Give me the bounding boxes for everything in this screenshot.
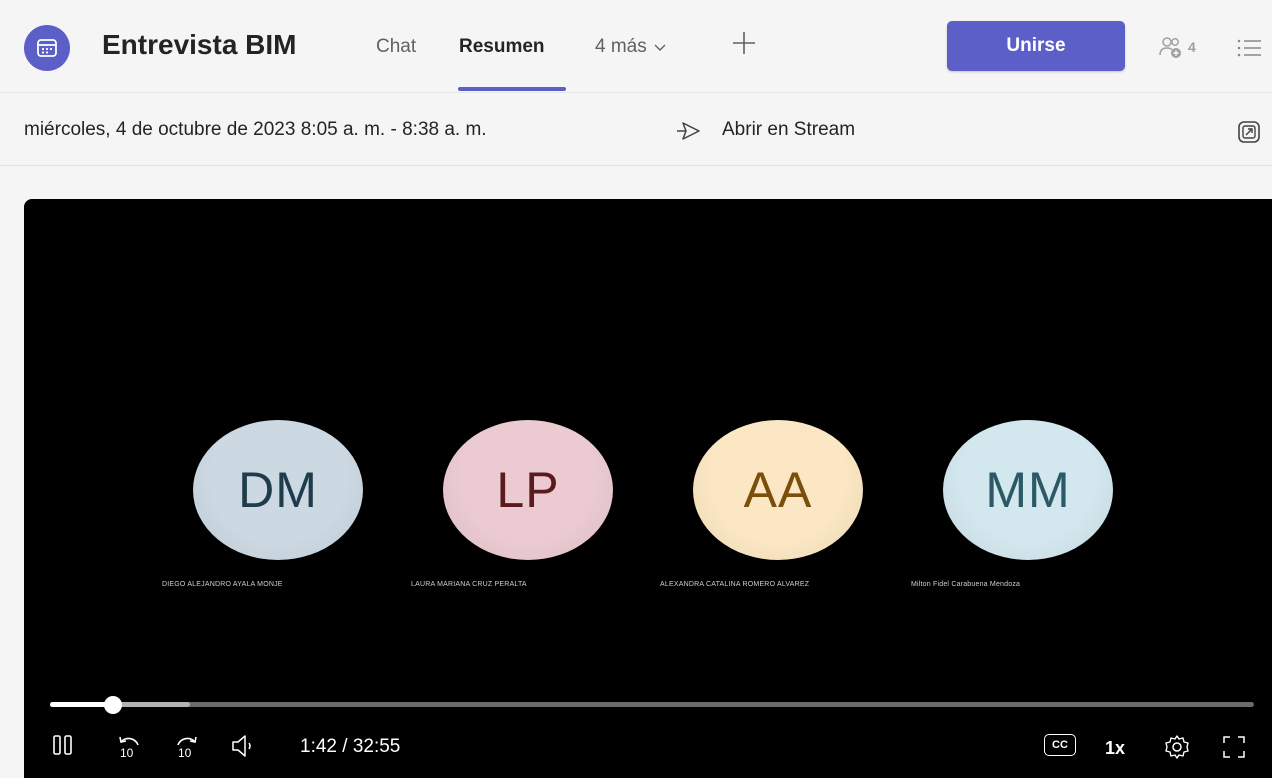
avatar-initials: MM: [985, 462, 1071, 518]
meeting-title: Entrevista BIM: [102, 29, 297, 60]
rewind-seconds: 10: [120, 746, 134, 760]
tab-more-label: 4 más: [595, 36, 647, 57]
avatar-initials: AA: [743, 462, 813, 518]
seek-bar[interactable]: [50, 696, 1254, 714]
open-in-stream-link[interactable]: Abrir en Stream: [722, 119, 855, 141]
join-button[interactable]: Unirse: [947, 21, 1125, 71]
pause-icon[interactable]: [52, 733, 74, 757]
meeting-info-bar: miércoles, 4 de octubre de 2023 8:05 a. …: [0, 93, 1272, 166]
avatar-2: AA: [693, 420, 863, 560]
settings-gear-icon[interactable]: [1163, 733, 1191, 761]
calendar-icon: [24, 25, 70, 71]
participants-button[interactable]: 4: [1158, 33, 1208, 61]
avatar-initials: LP: [496, 462, 560, 518]
participant-name: ALEXANDRA CATALINA ROMERO ALVAREZ: [660, 581, 810, 588]
avatar-0: DM: [193, 420, 363, 560]
tab-resumen[interactable]: Resumen: [459, 36, 545, 58]
participant-name: LAURA MARIANA CRUZ PERALTA: [411, 581, 527, 588]
stream-play-icon[interactable]: [676, 121, 702, 141]
tab-more[interactable]: 4 más: [595, 36, 667, 58]
participants-count: 4: [1188, 39, 1196, 55]
meeting-header: Entrevista BIM Chat Resumen 4 más Unirse…: [0, 0, 1272, 93]
captions-button[interactable]: CC: [1044, 734, 1076, 756]
forward-10-button[interactable]: 10: [172, 733, 202, 763]
forward-seconds: 10: [178, 746, 192, 760]
popout-icon[interactable]: [1237, 120, 1261, 144]
participant-name: DIEGO ALEJANDRO AYALA MONJE: [162, 581, 283, 588]
volume-icon[interactable]: [230, 733, 260, 759]
add-tab-icon[interactable]: [729, 28, 759, 58]
seek-handle[interactable]: [103, 696, 122, 714]
avatar-3: MM: [943, 420, 1113, 560]
time-display: 1:42 / 32:55: [300, 736, 401, 757]
rewind-10-button[interactable]: 10: [114, 733, 144, 763]
captions-label: CC: [1052, 739, 1068, 751]
playback-speed-button[interactable]: 1x: [1105, 738, 1125, 759]
people-add-icon: [1159, 37, 1181, 58]
fullscreen-icon[interactable]: [1220, 733, 1248, 761]
avatar-1: LP: [443, 420, 613, 560]
list-icon[interactable]: [1236, 37, 1262, 59]
video-player[interactable]: DM LP AA MM DIEGO ALEJANDRO AYALA MONJE …: [24, 199, 1272, 778]
avatar-initials: DM: [238, 462, 318, 518]
chevron-down-icon: [654, 44, 666, 51]
active-tab-indicator: [458, 87, 566, 91]
tab-chat[interactable]: Chat: [376, 36, 416, 58]
meeting-date-range: miércoles, 4 de octubre de 2023 8:05 a. …: [24, 119, 487, 140]
participant-name: Milton Fidel Carabuena Mendoza: [911, 581, 1021, 588]
